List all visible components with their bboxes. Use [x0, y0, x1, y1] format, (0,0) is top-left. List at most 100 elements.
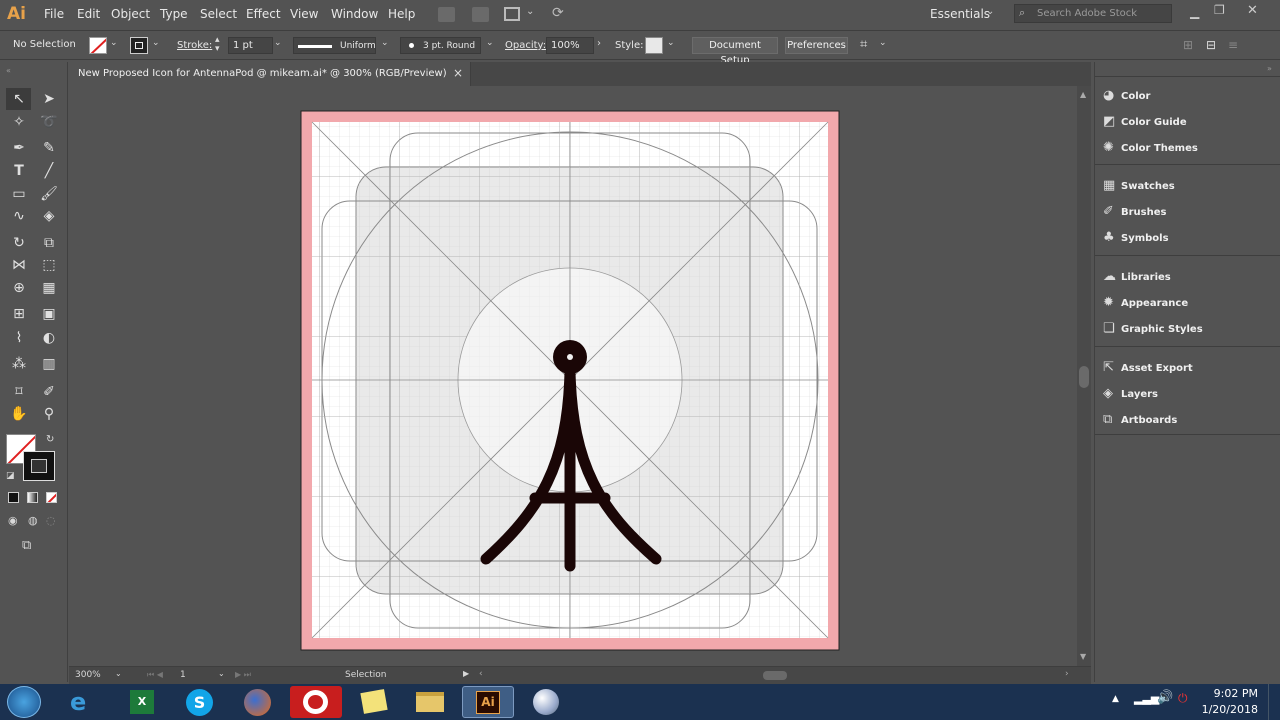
taskbar-illustrator[interactable]: Ai	[462, 686, 514, 718]
hand-tool-icon[interactable]: ✋	[8, 404, 30, 424]
quick-actions-icon[interactable]: ⌗	[860, 37, 867, 52]
rectangle-tool-icon[interactable]: ▭	[8, 184, 30, 204]
pen-tool-icon[interactable]: ✒	[8, 138, 30, 158]
panel-graphic-styles[interactable]: ❏ Graphic Styles	[1103, 321, 1203, 336]
minimize-icon[interactable]: ▁	[1190, 5, 1199, 19]
chevron-down-icon[interactable]: ⌄	[667, 38, 675, 48]
none-mode-icon[interactable]	[46, 492, 57, 503]
draw-inside-icon[interactable]: ◌	[46, 514, 56, 527]
chevron-down-icon[interactable]: ⌄	[986, 6, 994, 17]
panel-libraries[interactable]: ☁ Libraries	[1103, 269, 1171, 284]
panel-asset-export[interactable]: ⇱ Asset Export	[1103, 360, 1193, 375]
artboard-nav-last-icon[interactable]: ▶ ⏭	[235, 670, 251, 680]
chevron-down-icon[interactable]: ⌄	[381, 38, 389, 48]
opacity-field[interactable]: 100%	[546, 37, 594, 54]
preferences-button[interactable]: Preferences	[785, 37, 848, 54]
eyedropper-tool-icon[interactable]: ⌇	[8, 328, 30, 348]
panel-brushes[interactable]: ✐ Brushes	[1103, 204, 1166, 219]
arrange-documents-icon[interactable]	[504, 7, 520, 21]
panel-swatches[interactable]: ▦ Swatches	[1103, 178, 1175, 193]
scroll-left-icon[interactable]: ‹	[479, 669, 483, 679]
blend-tool-icon[interactable]: ◐	[38, 328, 60, 348]
chevron-down-icon[interactable]: ⌄	[526, 6, 534, 17]
slice-tool-icon[interactable]: ✐	[38, 382, 60, 402]
draw-normal-icon[interactable]: ◉	[8, 514, 18, 527]
curvature-tool-icon[interactable]: ✎	[38, 138, 60, 158]
screen-mode-icon[interactable]: ⧉	[22, 538, 31, 553]
draw-behind-icon[interactable]: ◍	[28, 514, 38, 527]
stock-search-field[interactable]: ⌕ Search Adobe Stock	[1014, 4, 1172, 23]
transform-icon[interactable]: ⊟	[1206, 38, 1216, 52]
document-tab[interactable]: New Proposed Icon for AntennaPod @ mikea…	[69, 62, 471, 86]
panel-appearance[interactable]: ✹ Appearance	[1103, 295, 1188, 310]
close-tab-icon[interactable]: ×	[453, 66, 463, 80]
taskbar-sticky-notes[interactable]	[348, 686, 400, 718]
stroke-stepper[interactable]: ▴ ▾	[215, 36, 220, 54]
chevron-right-icon[interactable]: ›	[597, 38, 601, 49]
document-setup-button[interactable]: Document Setup	[692, 37, 778, 66]
menu-select[interactable]: Select	[200, 7, 237, 21]
stroke-swatch[interactable]	[130, 37, 148, 54]
menu-effect[interactable]: Effect	[246, 7, 281, 21]
taskbar-explorer[interactable]	[404, 686, 456, 718]
stock-icon[interactable]	[472, 7, 489, 22]
menu-edit[interactable]: Edit	[77, 7, 100, 21]
color-mode-icon[interactable]	[8, 492, 19, 503]
column-graph-tool-icon[interactable]: ▥	[38, 354, 60, 374]
panel-symbols[interactable]: ♣ Symbols	[1103, 230, 1169, 245]
type-tool-icon[interactable]: T	[8, 161, 30, 181]
menu-window[interactable]: Window	[331, 7, 378, 21]
chevron-down-icon[interactable]: ⌄	[152, 38, 160, 48]
clock-time[interactable]: 9:02 PM	[1206, 687, 1258, 700]
menu-view[interactable]: View	[290, 7, 318, 21]
variable-width-profile[interactable]: Uniform	[293, 37, 376, 54]
bridge-icon[interactable]	[438, 7, 455, 22]
stroke-color-box[interactable]	[23, 451, 55, 481]
stroke-label[interactable]: Stroke:	[177, 40, 212, 51]
panel-color[interactable]: ◕ Color	[1103, 88, 1150, 103]
panel-color-guide[interactable]: ◩ Color Guide	[1103, 114, 1187, 129]
chevron-down-icon[interactable]: ⌄	[218, 669, 225, 678]
panel-artboards[interactable]: ⧉ Artboards	[1103, 412, 1177, 427]
lasso-tool-icon[interactable]: ➰	[38, 112, 60, 132]
scroll-up-icon[interactable]: ▲	[1080, 90, 1086, 99]
opacity-label[interactable]: Opacity:	[505, 40, 546, 51]
taskbar-internet-explorer[interactable]: e	[58, 686, 110, 718]
symbol-sprayer-tool-icon[interactable]: ⁂	[8, 354, 30, 374]
taskbar-firefox[interactable]	[232, 686, 284, 718]
scroll-down-icon[interactable]: ▼	[1080, 652, 1086, 661]
chevron-down-icon[interactable]: ⌄	[110, 38, 118, 48]
selection-tool-icon[interactable]: ↖	[8, 89, 30, 109]
chevron-down-icon[interactable]: ⌄	[879, 38, 887, 48]
status-menu-icon[interactable]: ▶	[463, 669, 469, 678]
close-icon[interactable]: ✕	[1247, 3, 1258, 18]
rotate-tool-icon[interactable]: ↻	[8, 233, 30, 253]
clock-date[interactable]: 1/20/2018	[1200, 703, 1258, 716]
swap-fill-stroke-icon[interactable]: ↻	[46, 434, 54, 445]
eraser-tool-icon[interactable]: ◈	[38, 206, 60, 226]
scroll-thumb[interactable]	[1079, 366, 1089, 388]
panel-layers[interactable]: ◈ Layers	[1103, 386, 1158, 401]
width-tool-icon[interactable]: ⋈	[8, 255, 30, 275]
chevron-down-icon[interactable]: ⌄	[486, 38, 494, 48]
magic-wand-tool-icon[interactable]: ✧	[8, 112, 30, 132]
restore-icon[interactable]: ❐	[1214, 3, 1225, 17]
free-transform-tool-icon[interactable]: ⬚	[38, 255, 60, 275]
menu-help[interactable]: Help	[388, 7, 415, 21]
scale-tool-icon[interactable]: ⧉	[38, 233, 60, 253]
taskbar-excel[interactable]: X	[116, 686, 168, 718]
panel-color-themes[interactable]: ✺ Color Themes	[1103, 140, 1198, 155]
shape-builder-tool-icon[interactable]: ⊕	[8, 278, 30, 298]
menu-object[interactable]: Object	[111, 7, 150, 21]
gradient-tool-icon[interactable]: ▣	[38, 304, 60, 324]
paintbrush-tool-icon[interactable]: 🖌	[38, 184, 60, 204]
stroke-weight-field[interactable]: 1 pt	[228, 37, 273, 54]
taskbar-opera[interactable]	[290, 686, 342, 718]
scroll-right-icon[interactable]: ›	[1065, 669, 1069, 679]
zoom-tool-icon[interactable]: ⚲	[38, 404, 60, 424]
gpu-performance-icon[interactable]: ⟳	[552, 5, 564, 21]
menu-type[interactable]: Type	[160, 7, 188, 21]
graphic-style-swatch[interactable]	[645, 37, 663, 54]
align-icon[interactable]: ⊞	[1183, 38, 1193, 52]
mesh-tool-icon[interactable]: ⊞	[8, 304, 30, 324]
